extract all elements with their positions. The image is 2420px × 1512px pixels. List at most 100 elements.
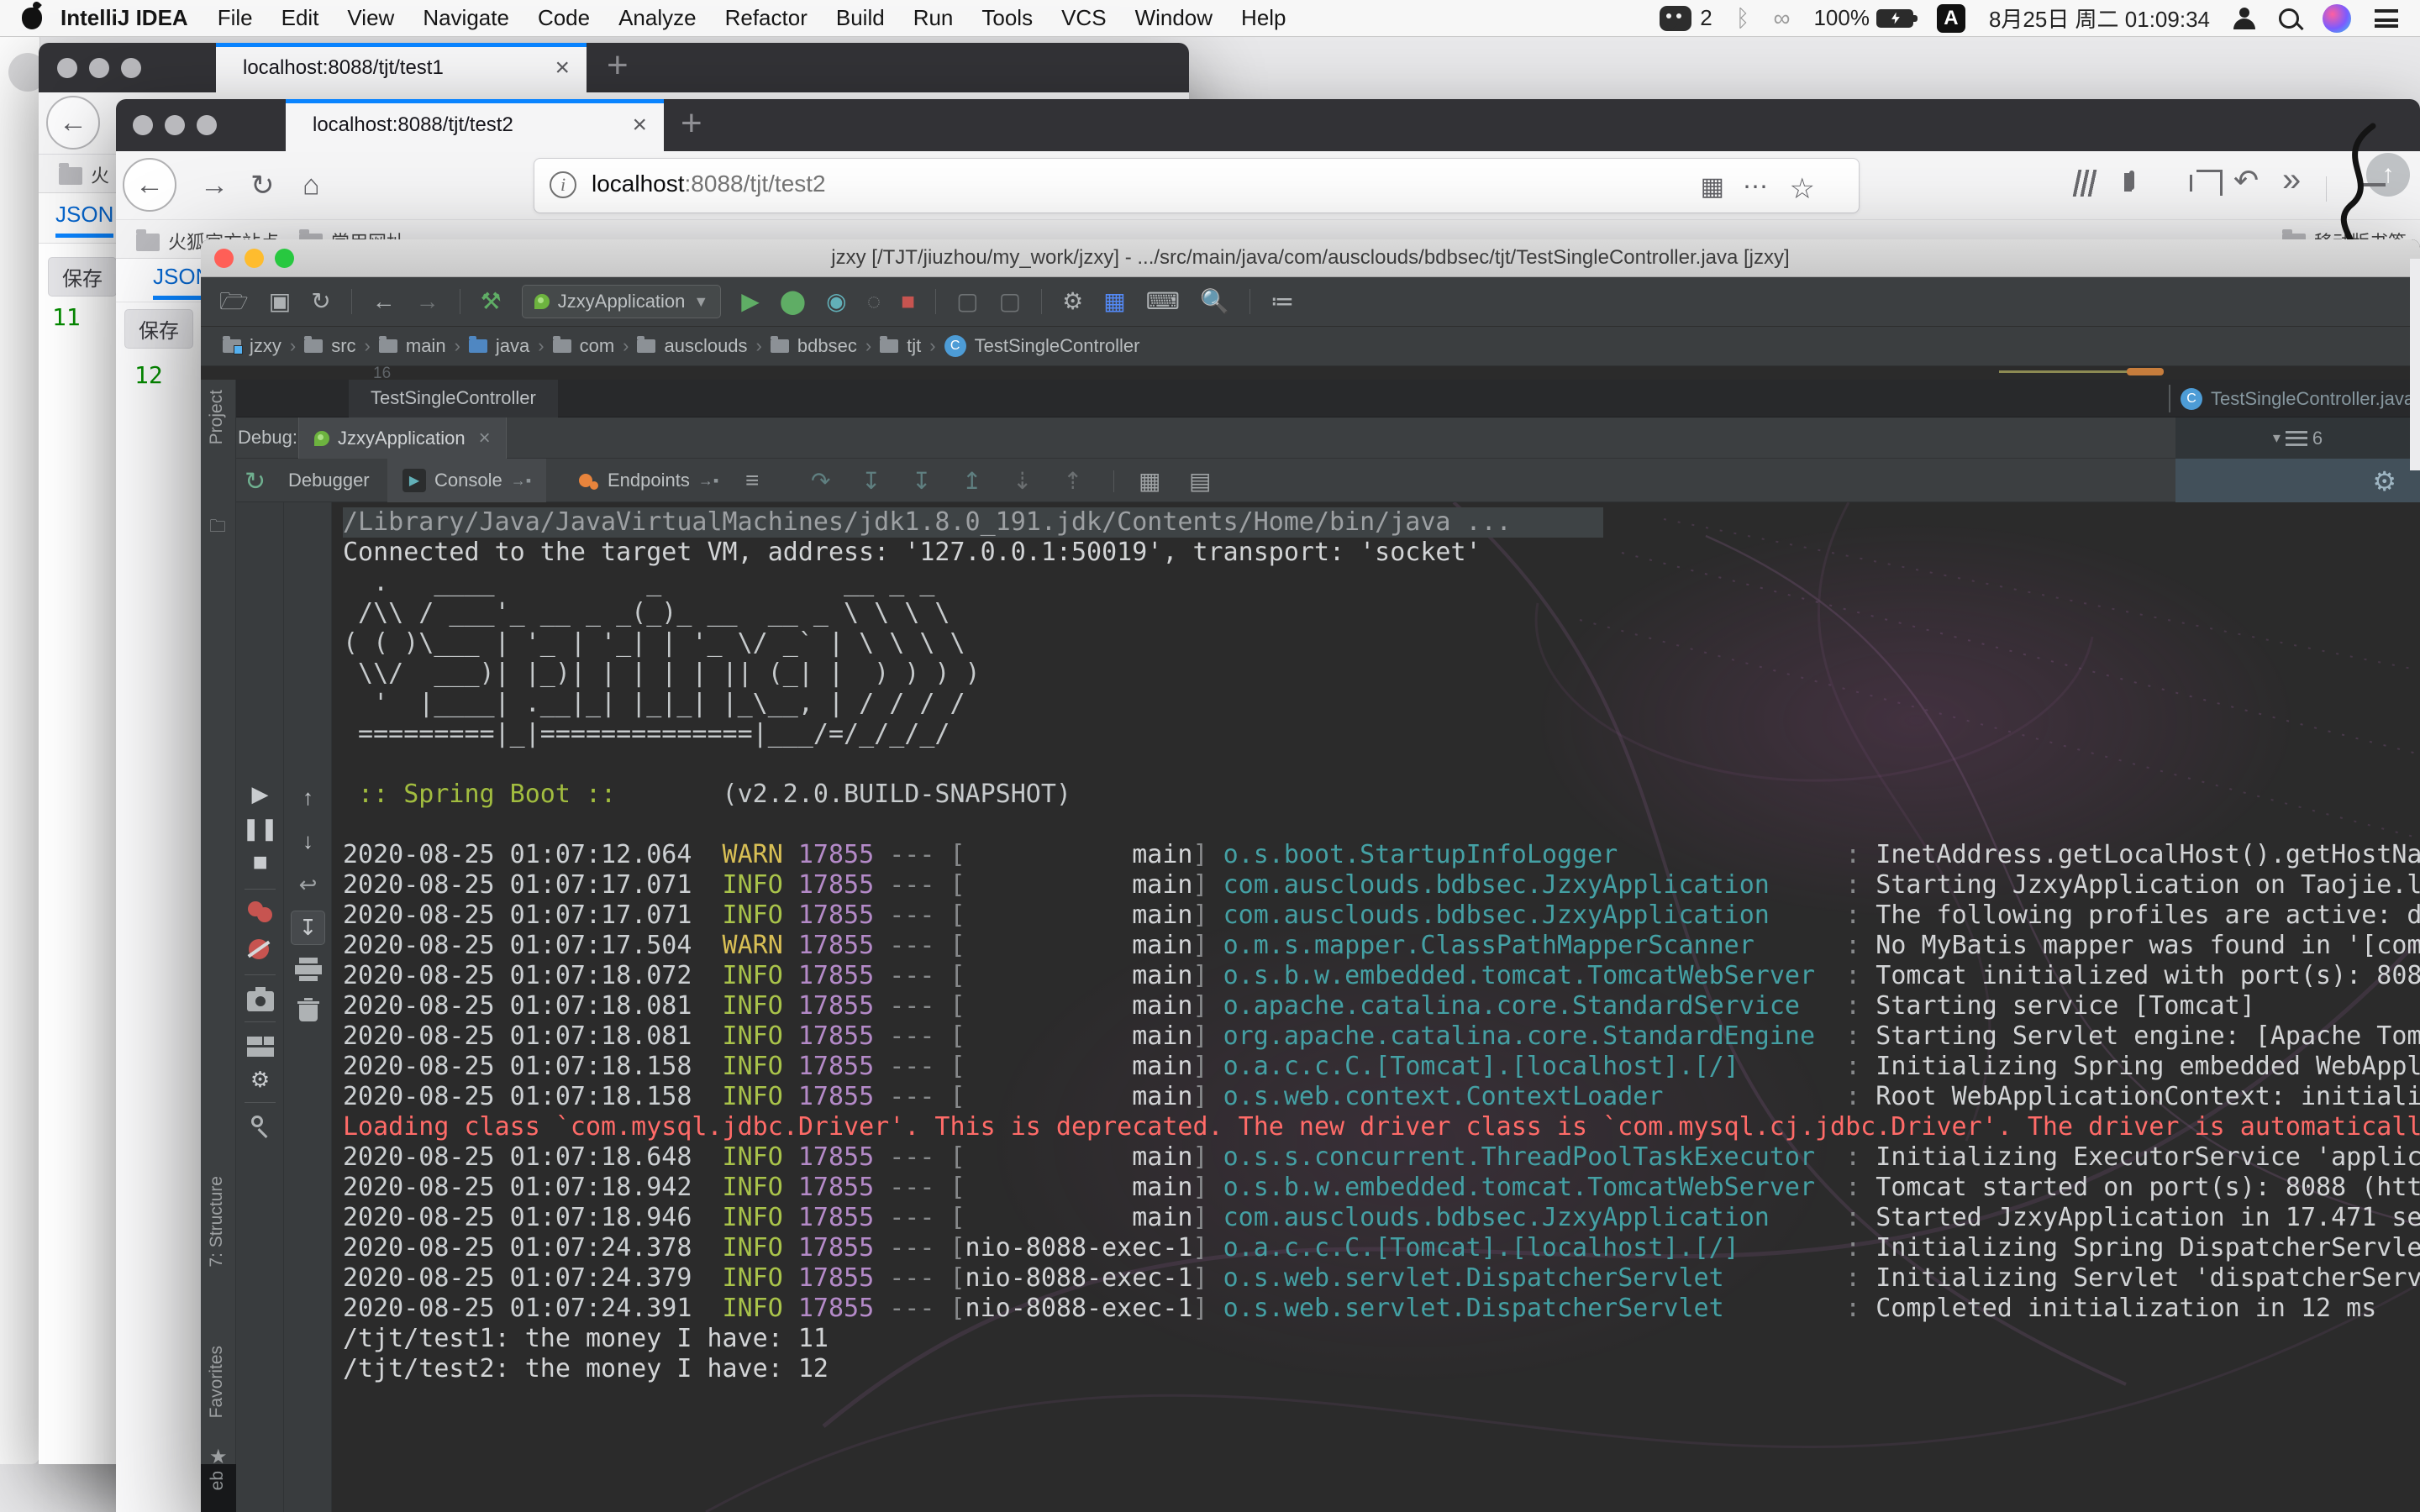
back-button[interactable]: ←: [123, 158, 176, 212]
run-configuration-select[interactable]: JzxyApplication ▼: [522, 285, 721, 318]
window-controls[interactable]: [214, 249, 294, 268]
close-window-button[interactable]: [57, 58, 77, 78]
menu-item-window[interactable]: Window: [1135, 5, 1213, 31]
library-icon[interactable]: [2073, 170, 2101, 197]
breadcrumb-item-jzxy[interactable]: jzxy: [250, 335, 281, 357]
overflow-chevrons-icon[interactable]: »: [2282, 161, 2301, 199]
restore-layout-icon[interactable]: [247, 1037, 274, 1057]
bluetooth-icon[interactable]: ᛒ: [1736, 5, 1750, 32]
minimize-window-button[interactable]: [89, 58, 109, 78]
breadcrumb-item-bdbsec[interactable]: bdbsec: [797, 335, 857, 357]
siri-icon[interactable]: [2323, 4, 2351, 33]
run-icon[interactable]: ▶: [741, 290, 760, 313]
project-structure-icon[interactable]: ▦: [1103, 290, 1125, 313]
page-actions-icon[interactable]: ⋯: [1743, 172, 1768, 202]
close-tab-icon[interactable]: ×: [555, 54, 570, 82]
menu-bar-clock[interactable]: 8月25日 周二 01:09:34: [1989, 3, 2210, 34]
zoom-window-button[interactable]: [275, 249, 294, 268]
forward-button[interactable]: →: [200, 169, 229, 202]
apple-menu-icon[interactable]: [22, 8, 42, 29]
glasses-icon[interactable]: ∞: [1773, 5, 1790, 32]
forward-icon[interactable]: →: [416, 290, 439, 313]
undo-icon[interactable]: ↶: [2233, 163, 2259, 198]
view-breakpoints-icon[interactable]: [248, 901, 273, 921]
intellij-window[interactable]: jzxy [/TJT/jiuzhou/my_work/jzxy] - .../s…: [201, 239, 2420, 1512]
editor-tab[interactable]: TestSingleController: [349, 380, 558, 417]
breadcrumb-item-java[interactable]: java: [496, 335, 529, 357]
sidebar-item-project[interactable]: Project: [207, 390, 227, 444]
breadcrumb-item-tjt[interactable]: tjt: [907, 335, 921, 357]
editor-file-tab-right[interactable]: C TestSingleController.java: [2181, 380, 2414, 417]
build-hammer-icon[interactable]: ⚒: [481, 290, 502, 313]
arrow-down-icon[interactable]: ↧: [912, 467, 931, 495]
menu-item-code[interactable]: Code: [538, 5, 590, 31]
clear-console-icon[interactable]: [297, 1000, 319, 1021]
pin-icon[interactable]: →▪: [698, 472, 718, 490]
pin-tab-icon[interactable]: [251, 1116, 263, 1127]
artifacts-icon[interactable]: ▢: [999, 290, 1021, 313]
menu-item-navigate[interactable]: Navigate: [423, 5, 509, 31]
menu-item-file[interactable]: File: [218, 5, 253, 31]
active-app-name[interactable]: IntelliJ IDEA: [60, 5, 188, 31]
down-stack-icon[interactable]: ↓: [284, 828, 332, 854]
home-button[interactable]: ⌂: [302, 169, 320, 202]
jump-source-icon[interactable]: ⇣: [1013, 467, 1032, 495]
user-icon[interactable]: [2233, 8, 2255, 29]
breadcrumb-item-com[interactable]: com: [580, 335, 615, 357]
spotlight-search-icon[interactable]: [2279, 8, 2299, 29]
close-tab-icon[interactable]: ×: [632, 111, 647, 139]
menu-item-run[interactable]: Run: [913, 5, 954, 31]
url-text[interactable]: localhost:8088/tjt/test2: [592, 171, 826, 197]
close-session-icon[interactable]: ×: [479, 427, 491, 450]
battery-status[interactable]: 100%: [1813, 5, 1913, 31]
breadcrumb-item-ausclouds[interactable]: ausclouds: [664, 335, 747, 357]
search-everywhere-icon[interactable]: 🔍: [1200, 290, 1229, 313]
qr-code-icon[interactable]: ▦: [1701, 172, 1724, 202]
rerun-icon[interactable]: ↻: [245, 467, 266, 496]
terminal-icon[interactable]: ⌨: [1146, 290, 1180, 313]
site-info-icon[interactable]: i: [550, 171, 576, 198]
menu-item-refactor[interactable]: Refactor: [725, 5, 808, 31]
coverage-icon[interactable]: ◉: [826, 290, 846, 313]
ide-title-bar[interactable]: jzxy [/TJT/jiuzhou/my_work/jzxy] - .../s…: [201, 239, 2420, 277]
zoom-window-button[interactable]: [197, 115, 217, 135]
back-button[interactable]: ←: [46, 96, 100, 150]
mute-breakpoints-icon[interactable]: [249, 939, 269, 959]
up-stack-icon[interactable]: ↑: [284, 785, 332, 811]
window-controls[interactable]: [57, 58, 141, 78]
bookmark-folder[interactable]: 火: [91, 165, 109, 186]
tab-debugger[interactable]: Debugger: [273, 459, 385, 502]
sidebar-item-structure[interactable]: 7: Structure: [207, 1176, 227, 1268]
close-window-button[interactable]: [214, 249, 234, 268]
debug-bug-icon[interactable]: ⬤: [780, 290, 806, 313]
browser-tab-test1[interactable]: localhost:8088/tjt/test1 ×: [216, 43, 587, 92]
url-bar[interactable]: i localhost:8088/tjt/test2 ▦ ⋯ ☆: [534, 158, 1860, 213]
console-output[interactable]: /Library/Java/JavaVirtualMachines/jdk1.8…: [332, 502, 2420, 1512]
bookmark-star-icon[interactable]: ☆: [1790, 172, 1815, 206]
jump-target-icon[interactable]: ⇡: [1063, 467, 1082, 495]
debug-session-tab[interactable]: JzxyApplication ×: [298, 417, 507, 459]
menu-item-edit[interactable]: Edit: [281, 5, 319, 31]
print-icon[interactable]: [295, 958, 322, 979]
sidebar-icon[interactable]: [2129, 171, 2134, 190]
menu-item-tools[interactable]: Tools: [981, 5, 1033, 31]
sync-icon[interactable]: ↻: [311, 290, 330, 313]
settings-sliders-icon[interactable]: ▤: [1189, 467, 1211, 495]
camera-thread-dump-icon[interactable]: [247, 991, 274, 1011]
wrench-icon[interactable]: ⚙: [1062, 290, 1083, 313]
screenshot-icon[interactable]: [2190, 175, 2192, 192]
breadcrumb-item-TestSingleController[interactable]: TestSingleController: [975, 335, 1140, 357]
run-anything-icon[interactable]: ▢: [956, 290, 978, 313]
minimize-window-button[interactable]: [245, 249, 264, 268]
close-window-button[interactable]: [133, 115, 153, 135]
hidden-tabs-indicator[interactable]: ▾ 6: [2175, 417, 2420, 459]
sidebar-item-favorites[interactable]: Favorites: [207, 1346, 227, 1418]
new-tab-button[interactable]: +: [681, 102, 702, 144]
notification-center-icon[interactable]: [2375, 9, 2398, 28]
tab-endpoints[interactable]: Endpoints →▪: [564, 459, 734, 502]
new-tab-button[interactable]: +: [607, 45, 629, 87]
input-source-icon[interactable]: A: [1937, 4, 1965, 33]
tab-json[interactable]: JSON: [55, 202, 113, 238]
toolbar-settings-icon[interactable]: ≔: [1270, 290, 1294, 313]
back-icon[interactable]: ←: [372, 290, 396, 313]
